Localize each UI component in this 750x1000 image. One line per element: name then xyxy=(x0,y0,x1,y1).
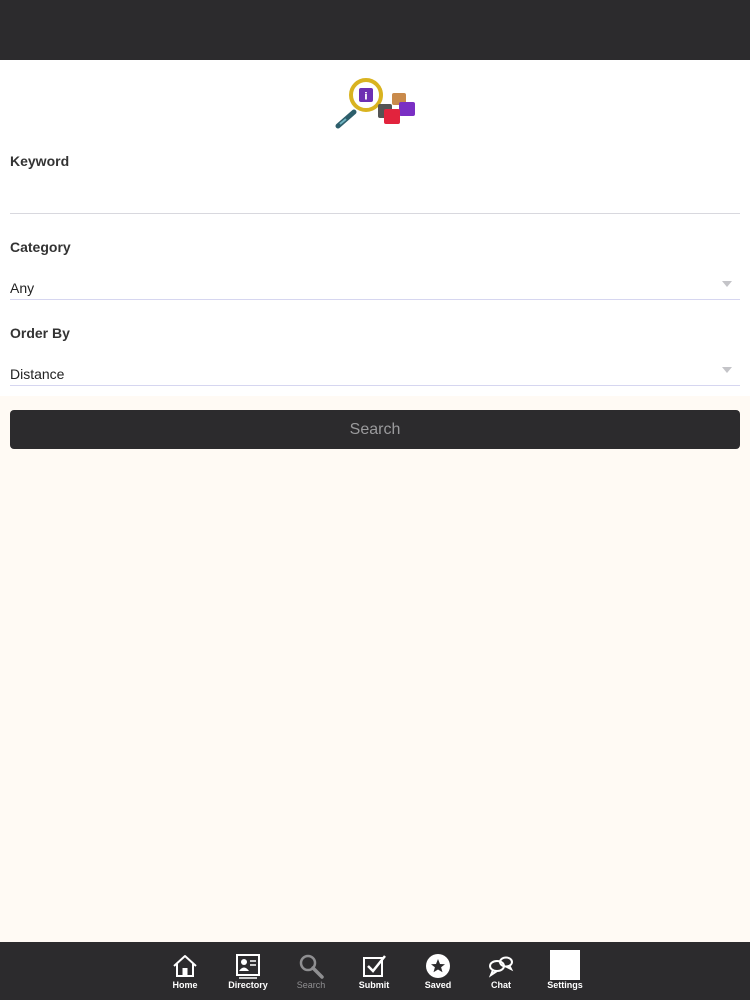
tab-home[interactable]: Home xyxy=(155,942,215,1000)
tab-directory-label: Directory xyxy=(228,980,268,990)
star-circle-icon xyxy=(426,954,450,978)
tab-submit-label: Submit xyxy=(358,980,390,990)
home-icon xyxy=(173,955,197,977)
chevron-down-icon xyxy=(722,367,732,373)
tab-home-label: Home xyxy=(172,980,198,990)
keyword-label: Keyword xyxy=(10,153,70,169)
search-form: i Keyword Category Any Order By Distance xyxy=(0,60,750,396)
order-by-label: Order By xyxy=(10,325,70,341)
category-select[interactable]: Any xyxy=(10,280,740,296)
order-by-select[interactable]: Distance xyxy=(10,366,740,382)
tab-directory[interactable]: Directory xyxy=(218,942,278,1000)
tab-saved-label: Saved xyxy=(424,980,452,990)
directory-card-icon xyxy=(236,954,260,979)
category-underline xyxy=(10,299,740,300)
tab-chat[interactable]: Chat xyxy=(471,942,531,1000)
chevron-down-icon xyxy=(722,281,732,287)
category-label: Category xyxy=(10,239,71,255)
tab-saved[interactable]: Saved xyxy=(408,942,468,1000)
tab-settings[interactable]: Settings xyxy=(535,942,595,1000)
top-status-bar xyxy=(0,0,750,60)
chat-bubbles-icon xyxy=(488,956,514,978)
settings-square-icon xyxy=(550,950,580,980)
tab-search-label: Search xyxy=(296,980,326,990)
tab-settings-label: Settings xyxy=(547,980,583,990)
order-by-underline xyxy=(10,385,740,386)
keyword-input[interactable] xyxy=(10,182,740,208)
checkbox-icon xyxy=(363,955,386,977)
search-logo-icon: i xyxy=(335,78,415,129)
keyword-underline xyxy=(10,213,740,214)
tab-chat-label: Chat xyxy=(491,980,511,990)
bottom-tab-bar: Home Directory Search Submit Saved Chat … xyxy=(0,942,750,1000)
tab-submit[interactable]: Submit xyxy=(344,942,404,1000)
tab-search[interactable]: Search xyxy=(281,942,341,1000)
svg-text:i: i xyxy=(364,92,367,103)
search-button[interactable]: Search xyxy=(10,410,740,449)
magnifier-icon xyxy=(299,954,324,979)
